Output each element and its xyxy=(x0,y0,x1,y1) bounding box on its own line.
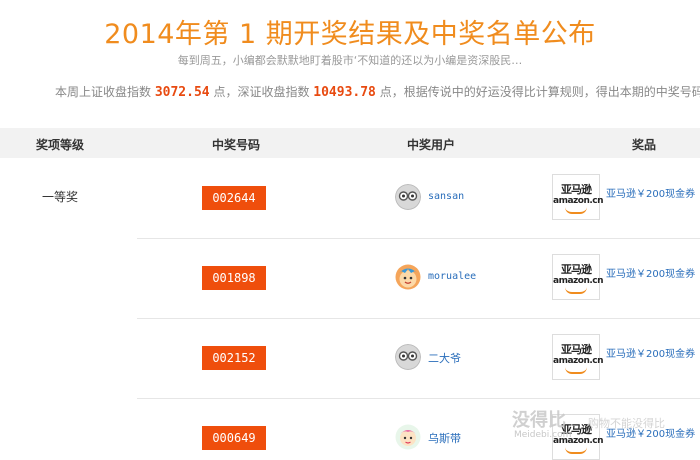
sz-index-value: 10493.78 xyxy=(313,85,376,100)
user-link[interactable]: 乌斯带 xyxy=(428,430,461,446)
watermark-brand: 没得比 xyxy=(512,410,566,431)
amazon-logo-icon[interactable]: 亚马逊 amazon.cn xyxy=(552,174,604,220)
user-avatar-icon[interactable] xyxy=(395,424,421,450)
amazon-logo-icon[interactable]: 亚马逊 amazon.cn xyxy=(552,334,604,380)
logo-cn: 亚马逊 xyxy=(561,183,592,196)
header-prize: 奖品 xyxy=(632,138,657,152)
winning-code: 002644 xyxy=(202,186,266,210)
amazon-smile-icon xyxy=(565,287,587,294)
logo-en: amazon.cn xyxy=(553,356,604,366)
winning-code: 002152 xyxy=(202,346,266,370)
row-divider xyxy=(137,318,700,319)
amazon-smile-icon xyxy=(565,367,587,374)
index-info: 本周上证收盘指数 3072.54 点，深证收盘指数 10493.78 点，根据传… xyxy=(55,83,700,100)
logo-en: amazon.cn xyxy=(553,196,604,206)
user-link[interactable]: 二大爷 xyxy=(428,350,461,366)
prize-link[interactable]: 亚马逊￥200现金券 xyxy=(606,265,695,280)
row-divider xyxy=(137,238,700,239)
prize-link[interactable]: 亚马逊￥200现金券 xyxy=(606,185,695,200)
page-title: 2014年第 1 期开奖结果及中奖名单公布 xyxy=(104,19,596,50)
table-header: 奖项等级 中奖号码 中奖用户 奖品 xyxy=(0,128,700,158)
info-text: 点，深证收盘指数 xyxy=(209,85,314,99)
user-avatar-icon[interactable] xyxy=(395,264,421,290)
watermark-tagline: 购物不能没得比 xyxy=(588,417,665,430)
user-link[interactable]: sansan xyxy=(428,191,464,202)
info-text: 本周上证收盘指数 xyxy=(55,85,155,99)
user-avatar-icon[interactable] xyxy=(395,344,421,370)
info-text: 点，根据传说中的好运没得比计算规则，得出本期的中奖号码为： xyxy=(375,85,700,99)
prize-link[interactable]: 亚马逊￥200现金券 xyxy=(606,345,695,360)
logo-cn: 亚马逊 xyxy=(561,263,592,276)
winning-code: 001898 xyxy=(202,266,266,290)
sh-index-value: 3072.54 xyxy=(154,85,210,100)
amazon-logo-icon[interactable]: 亚马逊 amazon.cn xyxy=(552,254,604,300)
row-divider xyxy=(137,398,700,399)
header-code: 中奖号码 xyxy=(212,138,261,152)
watermark-domain: Meidebi.com xyxy=(514,430,572,440)
user-avatar-icon[interactable] xyxy=(395,184,421,210)
prize-level: 一等奖 xyxy=(42,190,79,204)
winning-code: 000649 xyxy=(202,426,266,450)
logo-cn: 亚马逊 xyxy=(561,343,592,356)
header-level: 奖项等级 xyxy=(36,138,85,152)
amazon-smile-icon xyxy=(565,207,587,214)
page-subtitle: 每到周五，小编都会默默地盯着股市‘不知道的还以为小编是资深股民… xyxy=(177,54,523,67)
logo-en: amazon.cn xyxy=(553,276,604,286)
amazon-smile-icon xyxy=(565,447,587,454)
header-user: 中奖用户 xyxy=(407,138,456,152)
user-link[interactable]: morualee xyxy=(428,271,476,282)
